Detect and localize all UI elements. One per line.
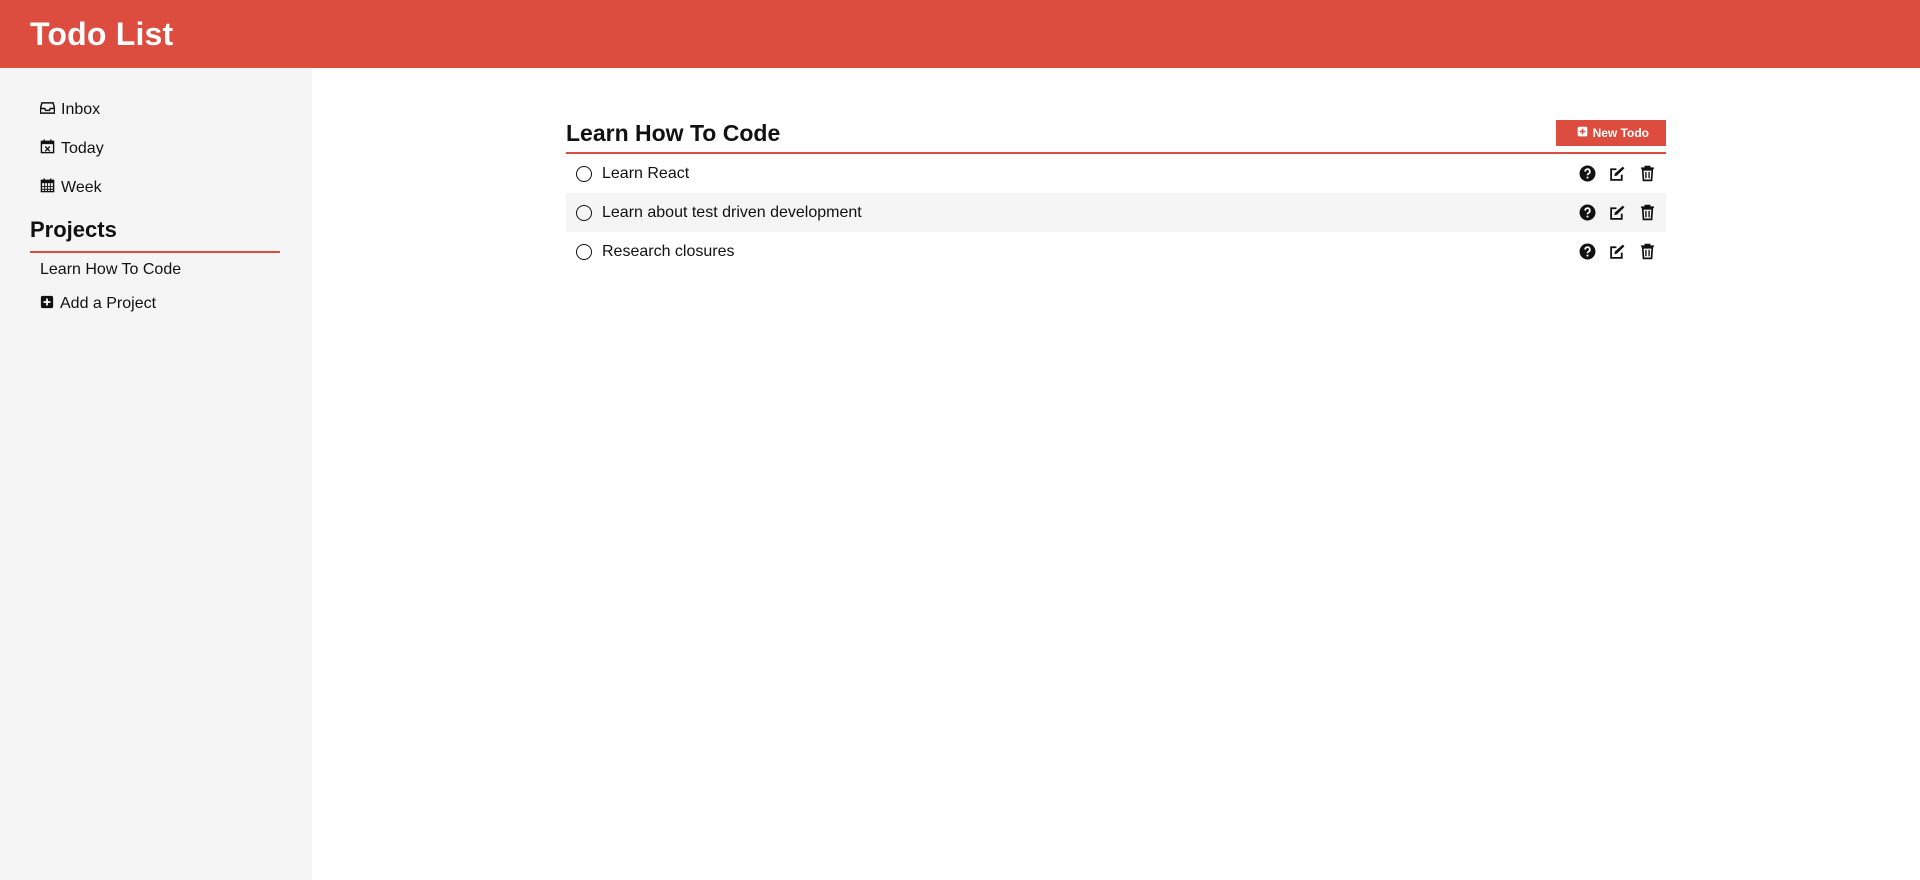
project-header: Learn How To Code New Todo — [566, 118, 1666, 154]
project-item-learn-how-to-code[interactable]: Learn How To Code — [30, 253, 282, 287]
todo-text: Research closures — [602, 242, 735, 260]
edit-icon[interactable] — [1609, 243, 1626, 260]
todo-actions — [1579, 165, 1656, 182]
todo-text: Learn React — [602, 164, 690, 182]
todo-checkbox[interactable] — [576, 204, 592, 221]
sidebar-item-label: Today — [61, 139, 104, 157]
calendar-week-icon — [40, 177, 55, 198]
new-todo-button[interactable]: New Todo — [1555, 120, 1666, 146]
trash-icon[interactable] — [1639, 243, 1656, 260]
todo-item: Learn React — [566, 154, 1666, 193]
inbox-icon — [39, 100, 56, 120]
edit-icon[interactable] — [1609, 165, 1626, 182]
sidebar-item-inbox[interactable]: Inbox — [30, 90, 282, 129]
sidebar-item-week[interactable]: Week — [30, 168, 282, 207]
todo-item: Research closures — [566, 232, 1666, 271]
sidebar: Inbox Today Week Projects Learn How To C… — [0, 68, 312, 880]
sidebar-item-label: Inbox — [61, 100, 101, 118]
todo-actions — [1579, 243, 1656, 260]
main-content: Learn How To Code New Todo Learn React L… — [312, 68, 1920, 880]
calendar-day-icon — [40, 138, 55, 159]
sidebar-item-today[interactable]: Today — [30, 129, 282, 168]
todo-item: Learn about test driven development — [566, 193, 1666, 232]
projects-title: Projects — [30, 217, 280, 253]
todo-checkbox[interactable] — [576, 165, 592, 182]
plus-square-icon — [1577, 126, 1588, 140]
todo-checkbox[interactable] — [576, 243, 592, 260]
trash-icon[interactable] — [1639, 165, 1656, 182]
info-icon[interactable] — [1579, 165, 1596, 182]
add-project-button[interactable]: Add a Project — [30, 287, 282, 321]
new-todo-label: New Todo — [1592, 126, 1649, 140]
project-panel: Learn How To Code New Todo Learn React L… — [566, 118, 1666, 271]
project-label: Learn How To Code — [40, 261, 182, 278]
todo-text: Learn about test driven development — [602, 203, 862, 221]
add-project-label: Add a Project — [60, 295, 157, 312]
edit-icon[interactable] — [1609, 204, 1626, 221]
todo-actions — [1579, 204, 1656, 221]
trash-icon[interactable] — [1639, 204, 1656, 221]
plus-square-icon — [40, 295, 54, 314]
info-icon[interactable] — [1579, 204, 1596, 221]
sidebar-item-label: Week — [61, 178, 102, 196]
project-title: Learn How To Code — [566, 119, 781, 146]
info-icon[interactable] — [1579, 243, 1596, 260]
app-title: Todo List — [30, 15, 174, 52]
app-header: Todo List — [0, 0, 1920, 68]
